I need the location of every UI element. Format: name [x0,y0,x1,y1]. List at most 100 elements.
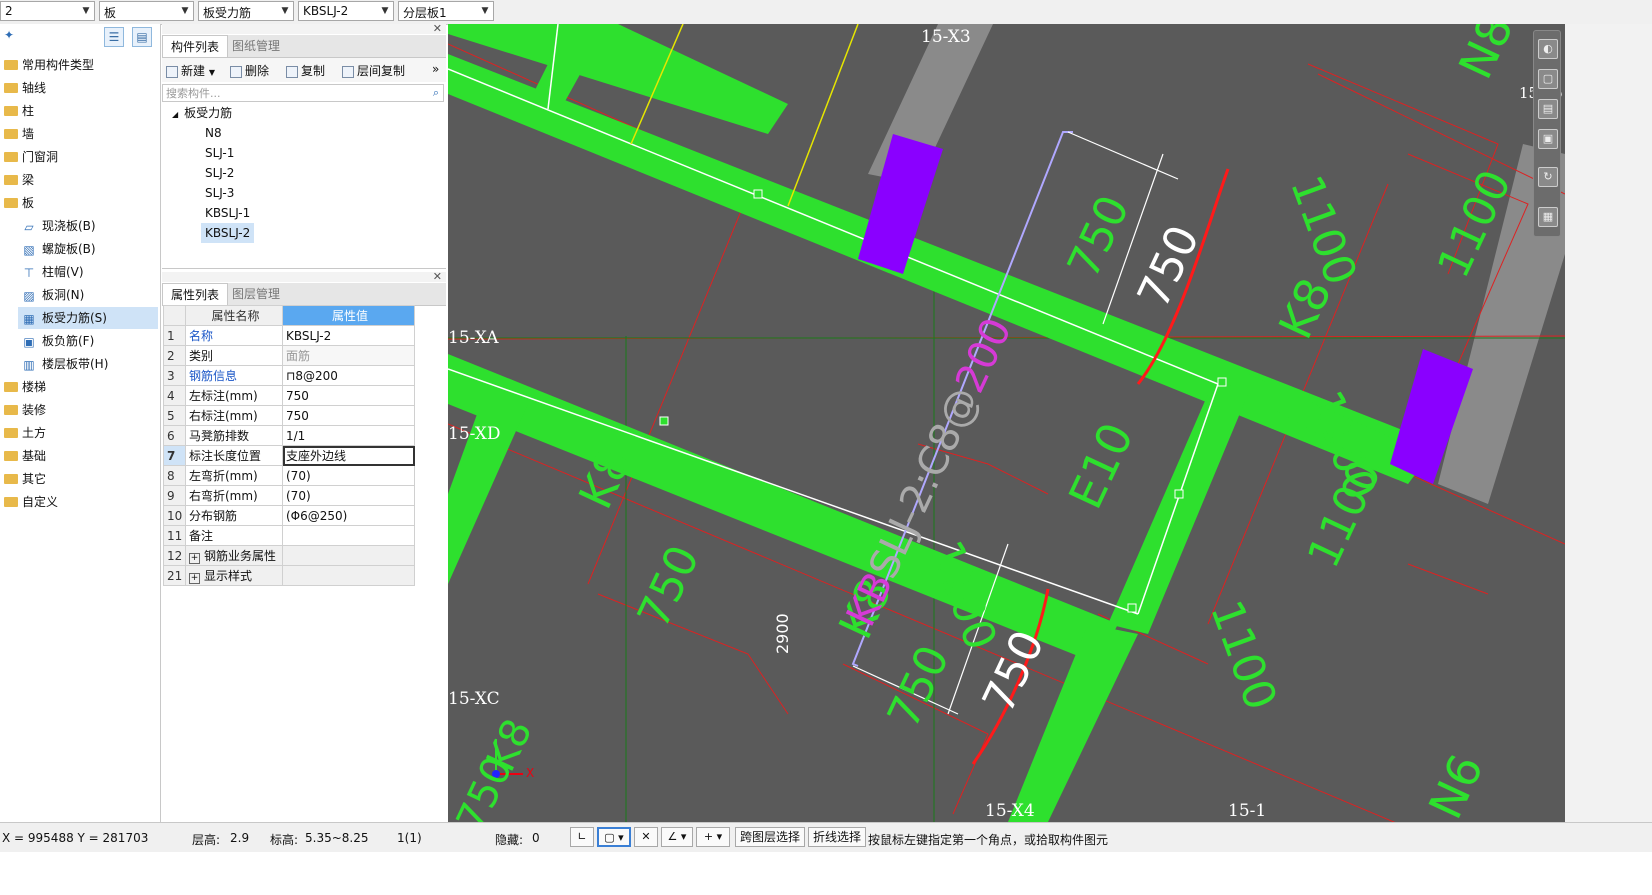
search-input[interactable] [166,86,416,100]
tab-property-list[interactable]: 属性列表 [162,283,229,305]
close-icon[interactable]: ✕ [433,270,442,283]
tree-item-label: 板负筋(F) [42,334,95,348]
rotate-icon[interactable]: ↻ [1538,167,1558,187]
tree-item-wall[interactable]: 墙 [4,123,34,145]
tree-item-slab-neg-rebar[interactable]: ▣ 板负筋(F) [22,330,94,352]
property-value-input[interactable]: 支座外边线 [282,445,415,466]
tree-item-label: 装修 [22,403,47,417]
table-row[interactable]: 5 右标注(mm) 750 [163,405,415,426]
tree-item-slab-rebar[interactable]: ▦ 板受力筋(S) [18,307,158,329]
polyline-select-button[interactable]: 折线选择 [808,827,867,847]
table-row[interactable]: 4 左标注(mm) 750 [163,385,415,406]
component-select[interactable]: KBSLJ-2 ▼ [298,1,394,21]
tree-item-earthwork[interactable]: 土方 [4,422,46,444]
component-item[interactable]: SLJ-3 [205,183,234,203]
property-value-input[interactable] [282,525,415,546]
cube-icon[interactable]: ▣ [1538,129,1558,149]
cross-floor-select-button[interactable]: 跨图层选择 [735,827,806,847]
expand-plus-icon[interactable]: + [189,573,200,584]
box-view-icon[interactable]: ▢ [1538,69,1558,89]
component-tree-root[interactable]: ◢ 板受力筋 [172,103,232,123]
table-row[interactable]: 11 备注 [163,525,415,546]
delete-icon [230,65,242,78]
tree-item-label: 土方 [22,426,47,440]
close-icon[interactable]: ✕ [433,22,442,35]
table-row[interactable]: 8 左弯折(mm) (70) [163,465,415,486]
tree-item-column-cap[interactable]: ⊤ 柱帽(V) [22,261,84,283]
copy-button[interactable]: 复制 [286,62,325,79]
tree-item-slab-strip[interactable]: ▥ 楼层板带(H) [22,353,108,375]
floor-select[interactable]: 2 ▼ [0,1,95,21]
search-icon[interactable]: ⌕ [433,86,439,100]
property-value-input[interactable]: 750 [282,405,415,426]
delete-button[interactable]: 删除 [230,62,269,79]
table-row[interactable]: 6 马凳筋排数 1/1 [163,425,415,446]
property-panel-header: ✕ [162,270,446,283]
more-actions-button[interactable]: » [432,62,439,76]
category-select[interactable]: 板 ▼ [99,1,194,21]
cross-snap-icon[interactable]: ✕ [634,827,658,847]
tree-item-column[interactable]: 柱 [4,100,34,122]
property-value-input[interactable]: (70) [282,485,415,506]
sparkle-icon[interactable]: ✦ [4,28,14,42]
layer-select[interactable]: 分层板1 ▼ [398,1,494,21]
drawing-canvas[interactable]: 15-X3 15-XA 15-XD 15-XC 15-X4 15-1 15-X5… [448,24,1565,822]
detail-view-icon[interactable]: ▤ [132,27,152,47]
folder-icon [4,174,18,185]
table-row-group[interactable]: 12 + 钢筋业务属性 [163,545,415,566]
tree-item-decoration[interactable]: 装修 [4,399,46,421]
tree-item-cast-slab[interactable]: ▱ 现浇板(B) [22,215,95,237]
component-type-select[interactable]: 板受力筋 ▼ [198,1,294,21]
tree-item-slab-hole[interactable]: ▨ 板洞(N) [22,284,84,306]
property-name: 马凳筋排数 [185,425,283,446]
component-item[interactable]: SLJ-2 [205,163,234,183]
view-cube-icon[interactable]: ◐ [1538,39,1558,59]
tree-item-axis[interactable]: 轴线 [4,77,46,99]
new-button[interactable]: 新建 ▼ [166,62,215,79]
property-value-input[interactable]: KBSLJ-2 [282,325,415,346]
expand-plus-icon[interactable]: + [189,553,200,564]
tab-layer-management[interactable]: 图层管理 [224,283,288,305]
tree-item-beam[interactable]: 梁 [4,169,34,191]
property-table-header: 属性名称 属性值 [163,305,415,326]
tab-drawing-management[interactable]: 图纸管理 [224,35,288,57]
tree-item-other[interactable]: 其它 [4,468,46,490]
grid-view-icon[interactable]: ▦ [1538,207,1558,227]
property-value-input[interactable]: 面筋 [282,345,415,366]
table-row[interactable]: 10 分布钢筋 (Φ6@250) [163,505,415,526]
hidden-count: 0 [532,831,540,845]
component-item-selected[interactable]: KBSLJ-2 [201,223,255,243]
layers-icon[interactable]: ▤ [1538,99,1558,119]
property-value-input[interactable]: (Φ6@250) [282,505,415,526]
property-value-input[interactable]: 1/1 [282,425,415,446]
tree-item-slab[interactable]: 板 [4,192,34,214]
table-row-group[interactable]: 21 + 显示样式 [163,565,415,586]
tree-item-custom[interactable]: 自定义 [4,491,58,513]
angle-snap-icon[interactable]: ∠ ▾ [661,827,693,847]
tree-item-label: 楼层板带(H) [42,357,109,371]
list-view-icon[interactable]: ☰ [104,27,124,47]
tree-item-spiral-slab[interactable]: ▧ 螺旋板(B) [22,238,95,260]
floor-copy-button[interactable]: 层间复制 [342,62,405,79]
tree-item-stairs[interactable]: 楼梯 [4,376,46,398]
table-row-selected[interactable]: 7 标注长度位置 支座外边线 [163,445,415,466]
property-value-input[interactable]: ⊓8@200 [282,365,415,386]
property-value-input[interactable]: (70) [282,465,415,486]
component-item[interactable]: SLJ-1 [205,143,234,163]
ortho-toggle-icon[interactable]: ∟ [570,827,594,847]
tree-item-common[interactable]: 常用构件类型 [4,54,94,76]
expand-triangle-icon[interactable]: ◢ [172,110,178,119]
tree-item-openings[interactable]: 门窗洞 [4,146,58,168]
snap-toggle-icon[interactable]: ▢ ▾ [597,827,631,847]
table-row[interactable]: 2 类别 面筋 [163,345,415,366]
table-row[interactable]: 3 钢筋信息 ⊓8@200 [163,365,415,386]
property-value-input[interactable]: 750 [282,385,415,406]
table-row[interactable]: 1 名称 KBSLJ-2 [163,325,415,346]
offset-snap-icon[interactable]: + ▾ [696,827,730,847]
component-item[interactable]: KBSLJ-1 [205,203,250,223]
tree-item-foundation[interactable]: 基础 [4,445,46,467]
table-row[interactable]: 9 右弯折(mm) (70) [163,485,415,506]
component-item[interactable]: N8 [205,123,222,143]
folder-icon [4,404,18,415]
tab-component-list[interactable]: 构件列表 [162,35,229,57]
